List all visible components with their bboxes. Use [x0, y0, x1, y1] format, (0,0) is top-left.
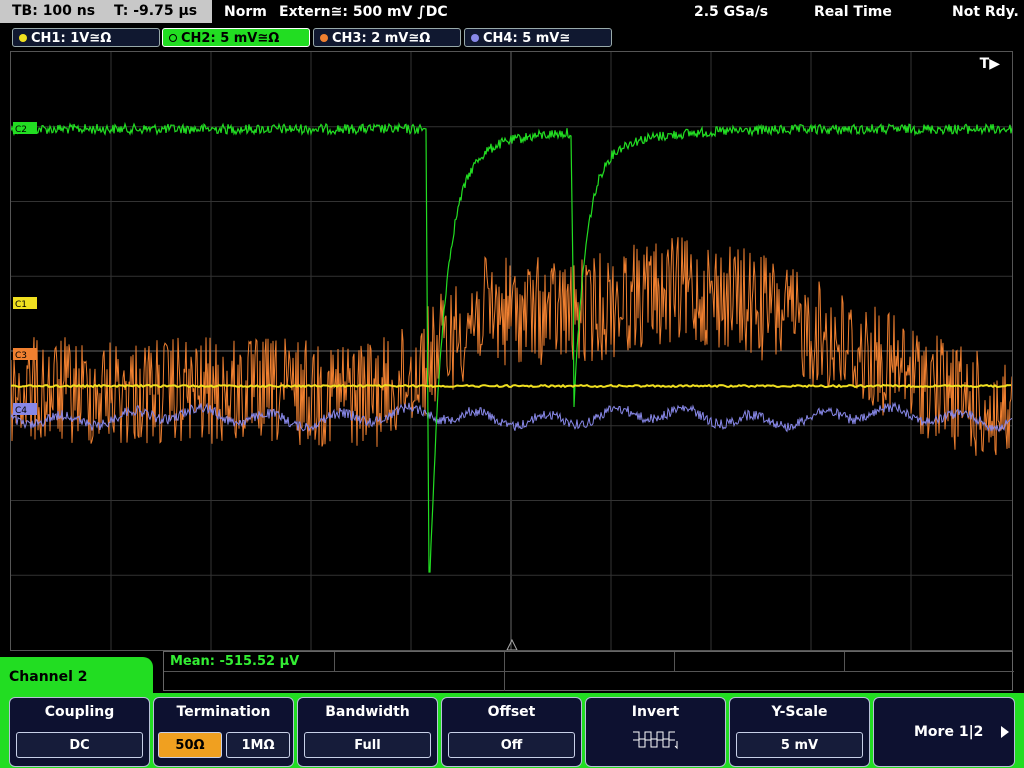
tab-ch3[interactable]: CH3: 2 mV≅Ω [313, 28, 461, 47]
coupling-softkey[interactable]: Coupling DC [9, 697, 150, 767]
waveform-svg: C2 C1 C3 C4 [11, 52, 1012, 650]
measurement-cell-4[interactable] [674, 652, 845, 671]
acquisition-mode: Real Time [814, 4, 892, 20]
measurement-cell-3[interactable] [504, 652, 675, 671]
offset-softkey[interactable]: Offset Off [441, 697, 582, 767]
measurement-divider-v [504, 672, 505, 691]
ch1-level-marker[interactable]: C1 [13, 297, 37, 310]
sample-rate: 2.5 GSa/s [694, 4, 769, 20]
tab-ch4-label: CH4: 5 mV≅ [483, 31, 571, 46]
measurement-cell-2[interactable] [334, 652, 505, 671]
acquisition-state: Not Rdy. [952, 4, 1019, 20]
bandwidth-value[interactable]: Full [304, 732, 431, 758]
trigger-source[interactable]: Extern≅: 500 mV ∫DC [279, 0, 448, 24]
measurement-cell-5[interactable] [844, 652, 1013, 671]
ch1-marker-text: C1 [15, 300, 27, 310]
measurement-cell-mean[interactable]: Mean: -515.52 μV [164, 652, 335, 671]
channel-tabs: CH1: 1V≅Ω CH2: 5 mV≅Ω CH3: 2 mV≅Ω CH4: 5… [0, 26, 1024, 48]
yscale-value[interactable]: 5 mV [736, 732, 863, 758]
offset-value[interactable]: Off [448, 732, 575, 758]
tab-ch2-label: CH2: 5 mV≅Ω [181, 31, 280, 46]
coupling-label: Coupling [44, 704, 115, 720]
trigger-position-marker[interactable] [506, 638, 518, 650]
yscale-softkey[interactable]: Y-Scale 5 mV [729, 697, 870, 767]
invert-softkey[interactable]: Invert [585, 697, 726, 767]
bandwidth-softkey[interactable]: Bandwidth Full [297, 697, 438, 767]
termination-50ohm-button[interactable]: 50Ω [158, 732, 222, 758]
arrow-right-icon [1001, 726, 1009, 738]
ch4-marker-text: C4 [15, 406, 27, 416]
trigger-time-value: T: -9.75 μs [113, 3, 198, 19]
tab-ch1[interactable]: CH1: 1V≅Ω [12, 28, 160, 47]
ch1-color-dot [19, 34, 27, 42]
termination-1mohm-button[interactable]: 1MΩ [226, 732, 290, 758]
termination-label: Termination [176, 704, 271, 720]
timebase-box[interactable]: TB: 100 ns T: -9.75 μs [0, 0, 212, 23]
ch2-marker-text: C2 [15, 125, 27, 135]
yscale-label: Y-Scale [771, 704, 828, 720]
termination-softkey[interactable]: Termination 50Ω 1MΩ [153, 697, 294, 767]
tab-ch3-label: CH3: 2 mV≅Ω [332, 31, 431, 46]
mean-value: Mean: -515.52 μV [170, 654, 300, 669]
trigger-level-indicator: T▶ [979, 56, 1000, 72]
ch3-marker-text: C3 [15, 351, 27, 361]
invert-waveform-icon [633, 731, 678, 750]
ch3-color-dot [320, 34, 328, 42]
tab-ch2[interactable]: CH2: 5 mV≅Ω [162, 28, 310, 47]
menu-title: Channel 2 [9, 669, 88, 685]
status-bar: TB: 100 ns T: -9.75 μs Norm Extern≅: 500… [0, 0, 1024, 24]
measurement-divider [164, 671, 1014, 672]
more-softkey[interactable]: More 1|2 [873, 697, 1015, 767]
ch4-level-marker[interactable]: C4 [13, 403, 37, 416]
ch2-level-marker[interactable]: C2 [13, 122, 37, 135]
tab-ch1-label: CH1: 1V≅Ω [31, 31, 112, 46]
offset-label: Offset [487, 704, 536, 720]
tab-ch4[interactable]: CH4: 5 mV≅ [464, 28, 612, 47]
coupling-value[interactable]: DC [16, 732, 143, 758]
measurement-panel: Mean: -515.52 μV [163, 651, 1014, 691]
invert-label: Invert [631, 704, 680, 720]
bandwidth-label: Bandwidth [325, 704, 410, 720]
more-label: More 1|2 [914, 724, 984, 740]
trigger-mode[interactable]: Norm [224, 0, 267, 24]
timebase-value: TB: 100 ns [12, 3, 96, 19]
ch2-color-dot [169, 34, 177, 42]
ch4-color-dot [471, 34, 479, 42]
ch3-level-marker[interactable]: C3 [13, 348, 37, 361]
waveform-display[interactable]: C2 C1 C3 C4 T▶ [10, 51, 1013, 651]
